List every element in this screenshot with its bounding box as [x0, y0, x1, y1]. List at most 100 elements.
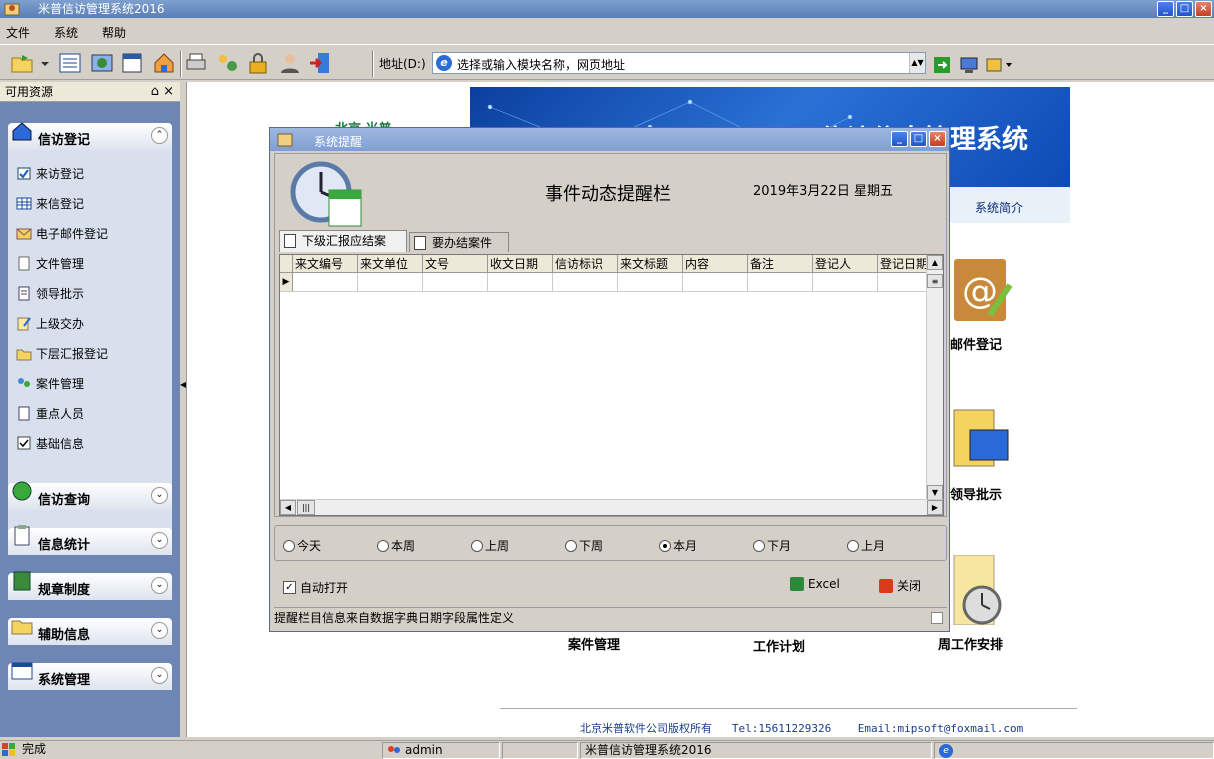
radio-circle — [565, 539, 577, 552]
col-header[interactable]: 登记日期 — [878, 255, 933, 272]
group-petition-query[interactable]: 信访查询 ⌄ — [8, 481, 172, 510]
auto-open-checkbox[interactable]: ✓ 自动打开 — [283, 579, 348, 596]
col-header[interactable]: 文号 — [423, 255, 488, 272]
reminder-table[interactable]: 来文编号 来文单位 文号 收文日期 信访标识 来文标题 内容 备注 登记人 登记… — [279, 254, 944, 516]
home-icon[interactable] — [152, 51, 176, 75]
address-input[interactable]: e 选择或输入模块名称，网页地址 ▲▼ — [432, 52, 926, 74]
col-header[interactable]: 来文标题 — [618, 255, 683, 272]
lock-icon[interactable] — [246, 51, 270, 75]
nav-item-letter-register[interactable]: 来信登记 — [16, 195, 84, 212]
expand-icon[interactable]: ⌄ — [151, 577, 168, 594]
radio-this-week[interactable]: 本周 — [377, 537, 415, 554]
col-header[interactable]: 来文编号 — [293, 255, 358, 272]
horizontal-scrollbar[interactable]: ◀ ||| ▶ — [280, 499, 943, 515]
close-button[interactable]: × — [1195, 1, 1212, 17]
module-weekly-label[interactable]: 周工作安排 — [938, 634, 1003, 653]
address-dropdown-icon[interactable]: ▲▼ — [909, 53, 925, 73]
dropdown-arrow-icon[interactable] — [38, 51, 52, 75]
dialog-maximize-button[interactable]: □ — [910, 131, 927, 147]
email-at-icon[interactable]: @ — [950, 255, 1014, 325]
scroll-left-icon[interactable]: ◀ — [280, 500, 296, 515]
resize-grip-icon[interactable] — [931, 612, 943, 624]
expand-icon[interactable]: ⌄ — [151, 622, 168, 639]
minimize-button[interactable]: _ — [1157, 1, 1174, 17]
excel-button[interactable]: Excel — [790, 577, 840, 591]
h-scroll-thumb[interactable]: ||| — [297, 500, 315, 515]
system-intro-link[interactable]: 系统简介 — [975, 199, 1023, 216]
group-regulations[interactable]: 规章制度 ⌄ — [8, 571, 172, 600]
scroll-down-icon[interactable]: ▼ — [927, 485, 943, 500]
col-header[interactable]: 备注 — [748, 255, 813, 272]
go-arrow-icon[interactable] — [934, 57, 950, 73]
radio-today[interactable]: 今天 — [283, 537, 321, 554]
col-header[interactable]: 收文日期 — [488, 255, 553, 272]
col-header[interactable]: 信访标识 — [553, 255, 618, 272]
expand-icon[interactable]: ⌄ — [151, 487, 168, 504]
col-header[interactable]: 内容 — [683, 255, 748, 272]
map-icon[interactable] — [90, 51, 114, 75]
module-case-label[interactable]: 案件管理 — [568, 634, 620, 653]
theme-dropdown-icon[interactable] — [986, 56, 1014, 74]
group-system-management[interactable]: 系统管理 ⌄ — [8, 662, 172, 690]
envelope-icon — [16, 228, 32, 240]
open-folder-icon[interactable] — [10, 51, 34, 75]
module-plan-label[interactable]: 工作计划 — [753, 636, 805, 655]
nav-item-key-personnel[interactable]: 重点人员 — [16, 405, 84, 422]
menu-help[interactable]: 帮助 — [96, 20, 132, 42]
list-icon[interactable] — [58, 51, 82, 75]
page-icon — [18, 406, 30, 421]
nav-item-leader-instruction[interactable]: 领导批示 — [16, 285, 84, 302]
folder-monitor-icon[interactable] — [950, 400, 1014, 470]
group-info-statistics[interactable]: 信息统计 ⌄ — [8, 525, 172, 555]
expand-icon[interactable]: ⌄ — [151, 532, 168, 549]
nav-item-visit-register[interactable]: 来访登记 — [16, 165, 84, 182]
radio-next-month[interactable]: 下月 — [753, 537, 791, 554]
schedule-clock-icon[interactable] — [950, 555, 1014, 625]
panel-controls[interactable]: ⌂ × — [151, 82, 174, 102]
tab-pending-cases[interactable]: 要办结案件(0) — [409, 232, 509, 270]
scroll-thumb[interactable]: ≡ — [927, 274, 943, 288]
dialog-close-button[interactable]: × — [929, 131, 946, 147]
nav-item-base-info[interactable]: 基础信息 — [16, 435, 84, 452]
dialog-close-action-button[interactable]: 关闭 — [879, 577, 921, 594]
address-label: 地址(D:) — [379, 57, 426, 71]
scroll-up-icon[interactable]: ▲ — [927, 255, 943, 270]
status-text: 完成 — [22, 742, 47, 756]
group-petition-register[interactable]: 信访登记 ⌃ — [8, 122, 172, 150]
tab-subordinate-cases[interactable]: 下级汇报应结案(0) — [279, 230, 407, 268]
monitor-icon[interactable] — [960, 56, 978, 74]
radio-next-week[interactable]: 下周 — [565, 537, 603, 554]
nav-item-email-register[interactable]: 电子邮件登记 — [16, 225, 108, 242]
user-icon[interactable] — [278, 51, 302, 75]
module-email-label[interactable]: 邮件登记 — [950, 334, 1002, 353]
scroll-right-icon[interactable]: ▶ — [927, 500, 943, 515]
nav-item-subordinate-report[interactable]: 下层汇报登记 — [16, 345, 108, 362]
status-cell-app: 米普信访管理系统2016 — [580, 742, 932, 759]
group-auxiliary-info[interactable]: 辅助信息 ⌄ — [8, 618, 172, 645]
collapse-icon[interactable]: ⌃ — [151, 127, 168, 144]
exit-icon[interactable] — [308, 51, 332, 75]
dialog-minimize-button[interactable]: _ — [891, 131, 908, 147]
expand-icon[interactable]: ⌄ — [151, 667, 168, 684]
clipboard-icon — [14, 525, 30, 546]
calendar-icon[interactable] — [120, 51, 144, 75]
menu-system[interactable]: 系统 — [48, 20, 84, 42]
vertical-scrollbar[interactable]: ▲ ≡ ▼ — [926, 255, 943, 500]
network-icon[interactable] — [216, 51, 240, 75]
radio-last-week[interactable]: 上周 — [471, 537, 509, 554]
maximize-button[interactable]: □ — [1176, 1, 1193, 17]
house-blue-icon — [12, 122, 32, 141]
col-header[interactable]: 登记人 — [813, 255, 878, 272]
printer-icon[interactable] — [184, 51, 208, 75]
table-row[interactable]: ▶ — [280, 273, 933, 292]
nav-item-file-management[interactable]: 文件管理 — [16, 255, 84, 272]
module-leader-label[interactable]: 领导批示 — [950, 484, 1002, 503]
nav-item-superior-assign[interactable]: 上级交办 — [16, 315, 84, 332]
radio-circle — [847, 539, 859, 552]
nav-item-case-management[interactable]: 案件管理 — [16, 375, 84, 392]
radio-circle — [753, 539, 765, 552]
col-header[interactable]: 来文单位 — [358, 255, 423, 272]
menu-file[interactable]: 文件 — [0, 20, 36, 42]
radio-this-month[interactable]: 本月 — [659, 537, 697, 554]
radio-last-month[interactable]: 上月 — [847, 537, 885, 554]
